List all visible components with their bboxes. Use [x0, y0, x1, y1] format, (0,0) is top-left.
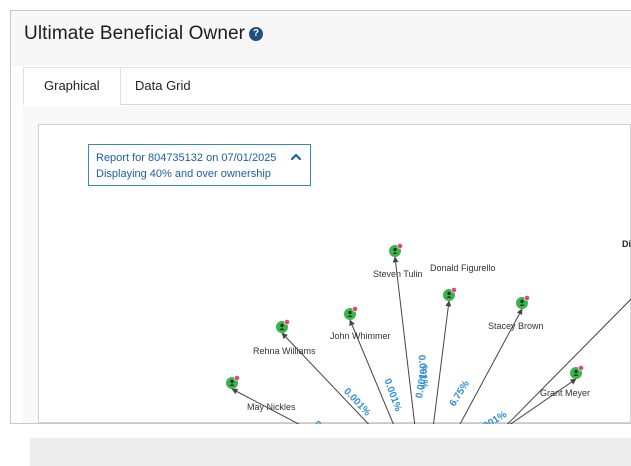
- person-head-icon: [280, 323, 284, 328]
- report-line-1: Report for 804735132 on 07/01/2025: [96, 152, 277, 164]
- report-summary-box[interactable]: Report for 804735132 on 07/01/2025 Displ…: [88, 144, 311, 186]
- ownership-percent-label: 0.001%: [381, 377, 403, 413]
- person-head-icon: [393, 247, 397, 252]
- partial-node-label: Di: [622, 239, 631, 249]
- edge-labels: 0.001%0.001%0.001%0.001%0.001%6.75%0.001…: [313, 354, 509, 424]
- alert-badge-icon: [352, 306, 358, 312]
- owner-node[interactable]: [344, 306, 358, 320]
- ownership-edge: [506, 298, 631, 424]
- report-line-2: Displaying 40% and over ownership: [96, 168, 271, 180]
- owner-node[interactable]: [389, 243, 403, 257]
- person-head-icon: [230, 379, 234, 384]
- scroll-track[interactable]: [30, 438, 631, 466]
- owner-node[interactable]: [276, 319, 290, 333]
- alert-badge-icon: [397, 243, 403, 249]
- owner-node[interactable]: [226, 375, 240, 389]
- alert-badge-icon: [578, 365, 584, 371]
- person-head-icon: [520, 299, 524, 304]
- ownership-percent-label: 0.001%: [474, 409, 509, 424]
- alert-badge-icon: [234, 375, 240, 381]
- ownership-edges: [231, 256, 631, 424]
- alert-badge-icon: [524, 295, 530, 301]
- person-head-icon: [348, 310, 352, 315]
- chevron-up-icon[interactable]: [290, 151, 302, 163]
- owner-node[interactable]: [443, 287, 457, 301]
- ownership-graph[interactable]: 0.001%0.001%0.001%0.001%0.001%6.75%0.001…: [0, 0, 631, 424]
- owner-name-label: Steven Tulin: [373, 269, 423, 279]
- owner-nodes[interactable]: [226, 243, 584, 389]
- alert-badge-icon: [451, 287, 457, 293]
- ownership-percent-label: 0.001%: [313, 419, 349, 424]
- owner-name-label: John Whimmer: [330, 331, 391, 341]
- owner-name-label: Grant Meyer: [540, 388, 590, 398]
- owner-node[interactable]: [570, 365, 584, 379]
- person-head-icon: [574, 369, 578, 374]
- ownership-edge: [509, 378, 577, 424]
- owner-name-label: Stacey Brown: [488, 321, 544, 331]
- alert-badge-icon: [284, 319, 290, 325]
- ownership-percent-label: 6.75%: [448, 379, 472, 409]
- ownership-percent-label: 0.001%: [341, 386, 372, 418]
- ownership-edge: [433, 300, 452, 424]
- person-head-icon: [447, 291, 451, 296]
- owner-name-label: May Nickles: [247, 402, 296, 412]
- owner-name-label: Rehna Williams: [253, 346, 316, 356]
- owner-node[interactable]: [516, 295, 530, 309]
- owner-name-label: Donald Figurello: [430, 263, 496, 273]
